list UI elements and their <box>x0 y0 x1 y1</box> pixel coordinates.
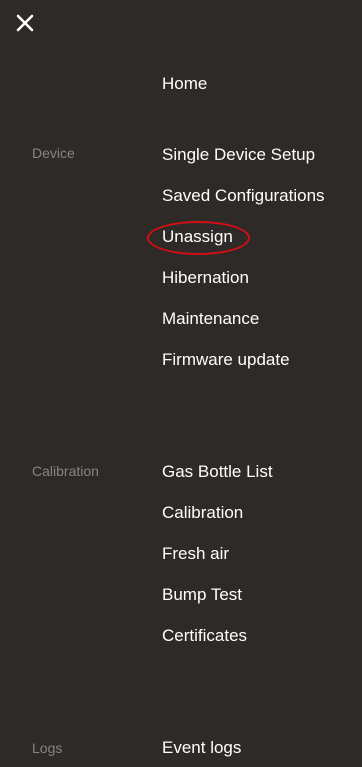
menu-item-event-logs[interactable]: Event logs <box>162 738 241 758</box>
menu-item-unassign[interactable]: Unassign <box>162 227 233 247</box>
menu-item-home[interactable]: Home <box>162 74 207 94</box>
section-label-device: Device <box>32 145 75 161</box>
menu-item-saved-configurations[interactable]: Saved Configurations <box>162 186 325 206</box>
menu-item-single-device-setup[interactable]: Single Device Setup <box>162 145 315 165</box>
close-icon <box>16 14 34 32</box>
section-label-calibration: Calibration <box>32 463 99 479</box>
menu-item-maintenance[interactable]: Maintenance <box>162 309 259 329</box>
menu-item-calibration[interactable]: Calibration <box>162 503 243 523</box>
menu-item-certificates[interactable]: Certificates <box>162 626 247 646</box>
menu-item-bump-test[interactable]: Bump Test <box>162 585 242 605</box>
menu-item-firmware-update[interactable]: Firmware update <box>162 350 290 370</box>
section-label-logs: Logs <box>32 740 63 756</box>
menu-item-gas-bottle-list[interactable]: Gas Bottle List <box>162 462 273 482</box>
close-button[interactable] <box>14 12 36 34</box>
menu-item-fresh-air[interactable]: Fresh air <box>162 544 229 564</box>
menu-item-hibernation[interactable]: Hibernation <box>162 268 249 288</box>
